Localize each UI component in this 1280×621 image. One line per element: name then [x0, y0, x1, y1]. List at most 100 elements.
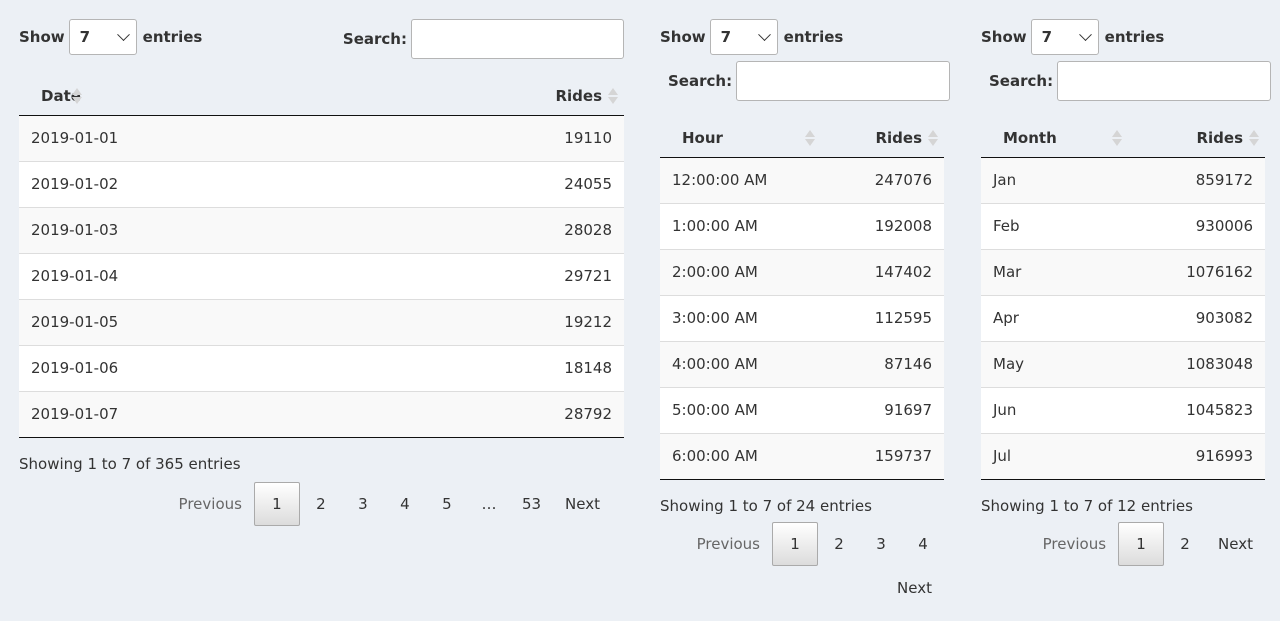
date-cell: 2019-01-01	[19, 115, 353, 161]
rides-cell: 19212	[352, 298, 624, 345]
table-row: Feb 930006	[981, 202, 1265, 249]
table-row: May 1083048	[981, 340, 1265, 387]
rides-cell: 19110	[352, 115, 624, 161]
hour-cell: 5:00:00 AM	[660, 386, 822, 433]
table-row: Jan 859172	[981, 157, 1265, 203]
search-input[interactable]	[411, 19, 624, 59]
hour-cell: 12:00:00 AM	[660, 157, 822, 203]
page-length-value: 7	[1041, 28, 1053, 46]
rides-cell: 24055	[352, 160, 624, 207]
table-info: Showing 1 to 7 of 365 entries	[19, 454, 241, 473]
rides-cell: 916993	[1128, 432, 1265, 480]
page-button[interactable]: 2	[818, 522, 860, 566]
pagination: Previous 1 2 3 4 5 … 53 Next	[19, 481, 612, 526]
rides-cell: 930006	[1128, 202, 1265, 249]
page-button[interactable]: 3	[860, 522, 902, 566]
search-control: Search:	[343, 19, 624, 59]
length-control: Show 7 entries	[981, 19, 1164, 55]
column-header-rides[interactable]: Rides	[821, 120, 944, 158]
sort-icon	[1249, 129, 1259, 147]
page-length-select[interactable]: 7	[1030, 19, 1099, 55]
sort-icon	[928, 129, 938, 147]
data-table: Month Rides Jan 859172 Feb 930006 Mar 10761…	[981, 120, 1265, 480]
show-label: Show	[19, 28, 65, 46]
table-row: Jul 916993	[981, 432, 1265, 480]
table-row: Jun 1045823	[981, 386, 1265, 433]
page-button[interactable]: 5	[426, 482, 468, 526]
rides-cell: 247076	[821, 157, 944, 203]
entries-label: entries	[783, 28, 844, 46]
page-button[interactable]: 2	[1164, 522, 1206, 566]
search-input[interactable]	[1057, 61, 1272, 101]
hour-cell: 6:00:00 AM	[660, 432, 822, 480]
column-header-rides[interactable]: Rides	[1128, 120, 1265, 158]
search-control: Search:	[989, 61, 1272, 101]
rides-cell: 859172	[1128, 157, 1265, 203]
hour-cell: 3:00:00 AM	[660, 294, 822, 341]
page-button[interactable]: 4	[902, 522, 944, 566]
rides-cell: 1045823	[1128, 386, 1265, 433]
chevron-down-icon	[757, 27, 771, 41]
column-header-rides[interactable]: Rides	[352, 78, 624, 116]
table-row: 2019-01-04 29721	[19, 252, 624, 299]
length-control: Show 7 entries	[19, 19, 202, 55]
previous-button[interactable]: Previous	[1031, 522, 1118, 566]
table-row: 2019-01-01 19110	[19, 115, 624, 161]
column-header-hour[interactable]: Hour	[660, 120, 822, 158]
rides-cell: 1076162	[1128, 248, 1265, 295]
page-button-current[interactable]: 1	[253, 481, 300, 526]
page-length-select[interactable]: 7	[709, 19, 778, 55]
page-button-current[interactable]: 1	[772, 521, 818, 566]
length-control: Show 7 entries	[660, 19, 843, 55]
column-header-date[interactable]: Date	[19, 78, 353, 116]
previous-button[interactable]: Previous	[685, 522, 772, 566]
page-length-select[interactable]: 7	[68, 19, 137, 55]
table-info: Showing 1 to 7 of 24 entries	[660, 496, 872, 515]
column-header-month[interactable]: Month	[981, 120, 1129, 158]
rides-cell: 1083048	[1128, 340, 1265, 387]
column-header-label: Hour	[682, 129, 723, 148]
next-button[interactable]: Next	[885, 566, 944, 610]
page-button[interactable]: 2	[300, 482, 342, 526]
previous-button[interactable]: Previous	[167, 482, 254, 526]
rides-cell: 18148	[352, 344, 624, 391]
rides-cell: 147402	[821, 248, 944, 295]
rides-cell: 192008	[821, 202, 944, 249]
pagination: Previous 1 2 Next	[981, 521, 1265, 566]
month-cell: Mar	[981, 248, 1129, 295]
table-row: 4:00:00 AM 87146	[660, 340, 944, 387]
date-cell: 2019-01-07	[19, 390, 353, 438]
sort-icon	[72, 87, 83, 105]
hour-cell: 2:00:00 AM	[660, 248, 822, 295]
column-header-label: Rides	[875, 129, 922, 148]
page-button[interactable]: 4	[384, 482, 426, 526]
chevron-down-icon	[116, 27, 130, 41]
page-length-value: 7	[720, 28, 732, 46]
date-cell: 2019-01-04	[19, 252, 353, 299]
table-row: 2019-01-02 24055	[19, 160, 624, 207]
page-button[interactable]: 3	[342, 482, 384, 526]
daily-rides-table-panel: Show 7 entries Search: Date Rides 2019-0…	[19, 0, 624, 526]
rides-cell: 903082	[1128, 294, 1265, 341]
table-row: Mar 1076162	[981, 248, 1265, 295]
search-label: Search:	[668, 72, 733, 90]
month-cell: Apr	[981, 294, 1129, 341]
table-row: 2019-01-06 18148	[19, 344, 624, 391]
date-cell: 2019-01-06	[19, 344, 353, 391]
column-header-label: Rides	[555, 87, 602, 106]
search-input[interactable]	[736, 61, 951, 101]
hourly-rides-table-panel: Show 7 entries Search: Hour Rides 12:00:…	[660, 0, 951, 610]
month-cell: Jan	[981, 157, 1129, 203]
next-button[interactable]: Next	[1206, 522, 1265, 566]
month-cell: May	[981, 340, 1129, 387]
page-button-current[interactable]: 1	[1118, 521, 1165, 566]
entries-label: entries	[142, 28, 203, 46]
next-button[interactable]: Next	[553, 482, 612, 526]
table-row: 2:00:00 AM 147402	[660, 248, 944, 295]
table-row: Apr 903082	[981, 294, 1265, 341]
entries-label: entries	[1104, 28, 1165, 46]
date-cell: 2019-01-05	[19, 298, 353, 345]
page-length-value: 7	[79, 28, 91, 46]
search-control: Search:	[668, 61, 951, 101]
page-button[interactable]: 53	[510, 482, 553, 526]
